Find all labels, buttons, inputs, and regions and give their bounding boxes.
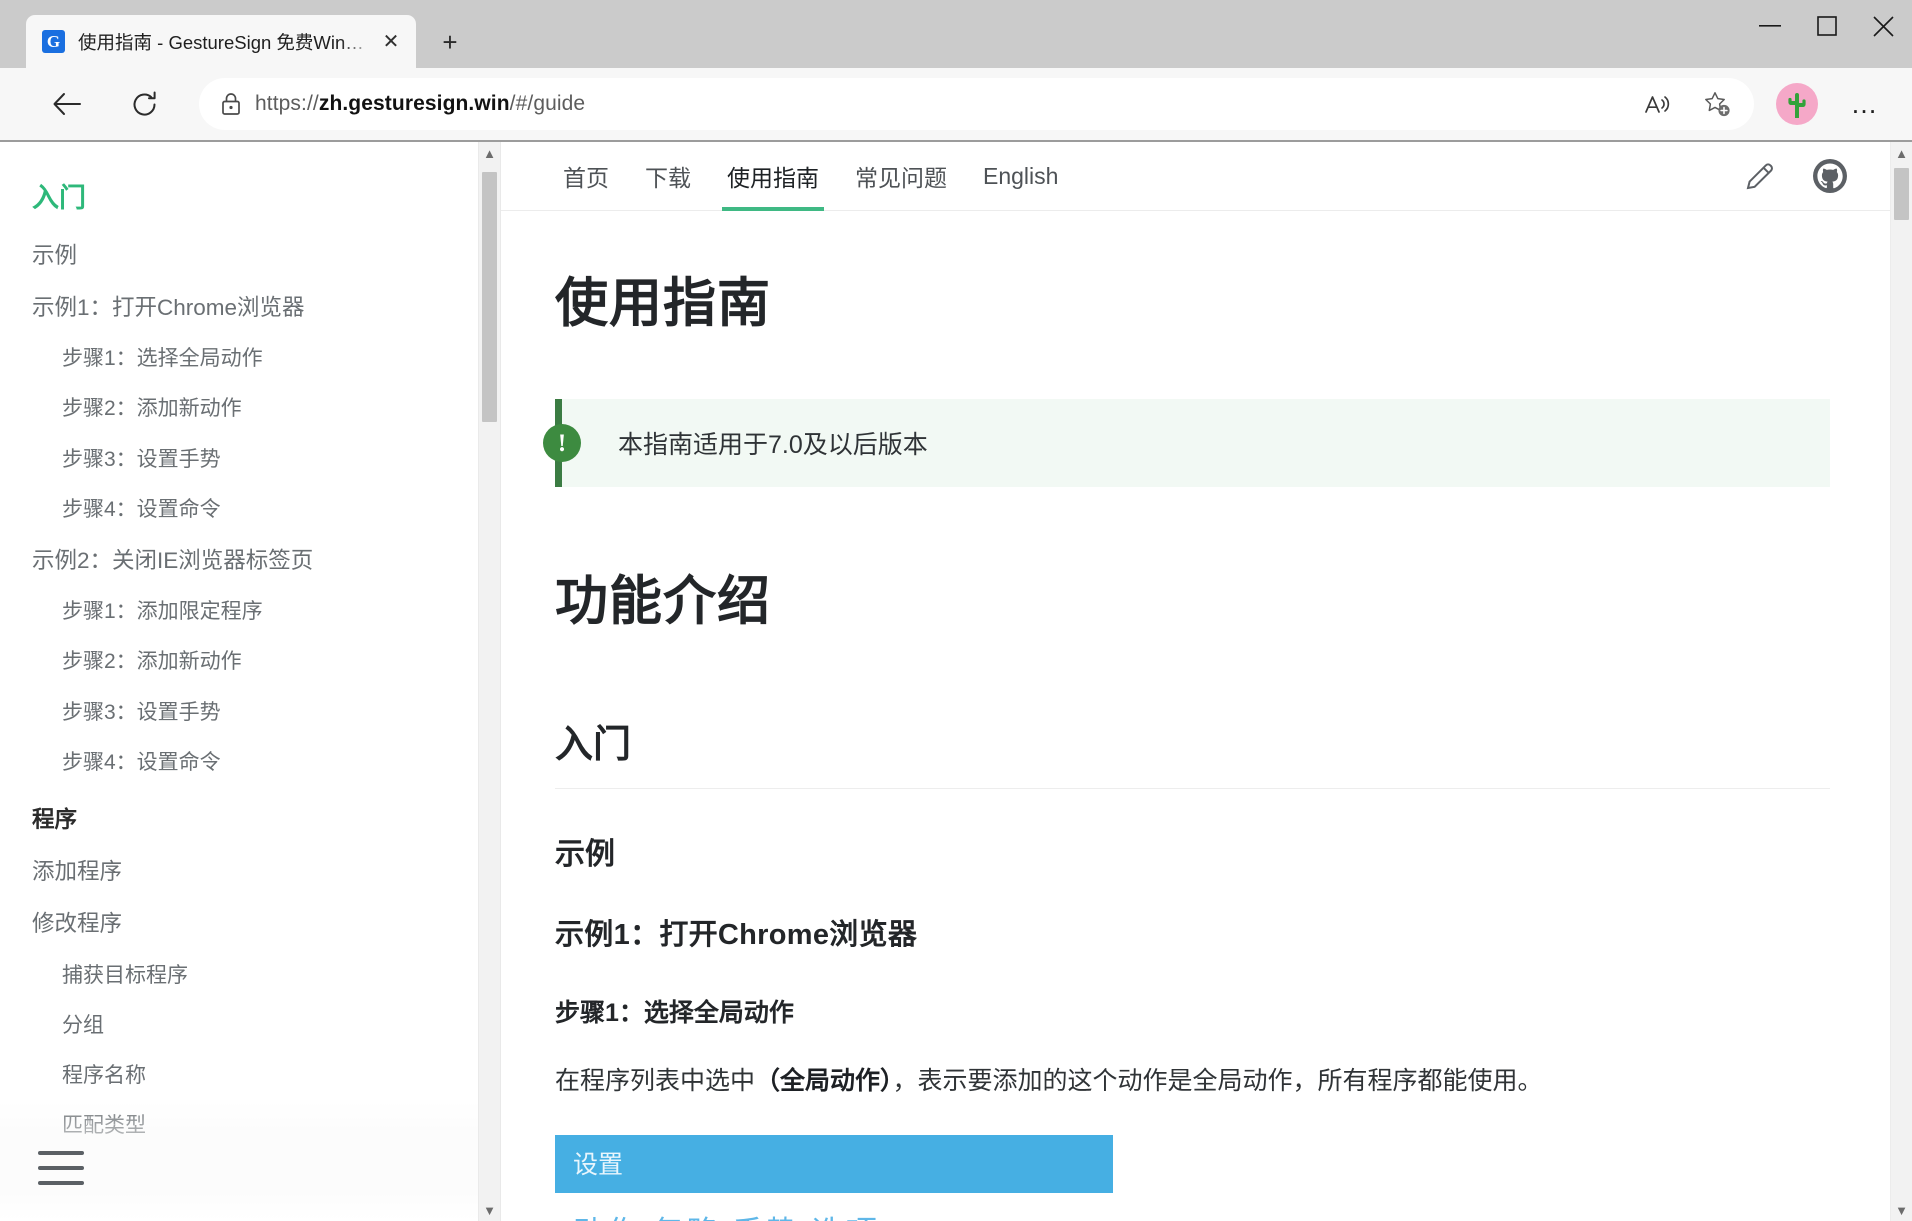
topnav-icons <box>1740 142 1890 210</box>
address-bar[interactable]: https://zh.gesturesign.win/#/guide <box>199 78 1754 130</box>
topnav-link[interactable]: 使用指南 <box>709 142 837 211</box>
app-screenshot: 设置 动作 忽略 手势 选项 <box>555 1134 1113 1221</box>
content-scroll-up-arrow[interactable]: ▲ <box>1891 142 1912 164</box>
sidebar-item[interactable]: 步骤1：添加限定程序 <box>0 587 478 637</box>
window-controls <box>1741 0 1912 68</box>
info-alert: ! 本指南适用于7.0及以后版本 <box>543 399 1830 488</box>
sidebar-item[interactable]: 示例2：关闭IE浏览器标签页 <box>0 535 478 587</box>
tab-strip: G 使用指南 - GestureSign 免费Win… ✕ + <box>0 0 472 68</box>
site-top-navigation: 首页 下载 使用指南 常见问题 English <box>501 142 1890 211</box>
content-inner: 首页 下载 使用指南 常见问题 English 使用指南 ! 本指南适用于7.0… <box>501 142 1890 1221</box>
browser-toolbar: https://zh.gesturesign.win/#/guide … <box>0 68 1912 140</box>
sidebar-item[interactable]: 步骤4：设置命令 <box>0 738 478 788</box>
sidebar-item[interactable]: 匹配类型 <box>0 1101 478 1151</box>
sidebar-item[interactable]: 步骤4：设置命令 <box>0 485 478 535</box>
pencil-icon[interactable] <box>1740 156 1780 196</box>
sidebar-item[interactable]: 分组 <box>0 1001 478 1051</box>
paragraph-part-c: ，表示要添加的这个动作是全局动作，所有程序都能使用。 <box>892 1067 1543 1096</box>
topnav-link[interactable]: 首页 <box>545 142 627 210</box>
sidebar-scroll-down-arrow[interactable]: ▼ <box>479 1199 500 1221</box>
content-area: 首页 下载 使用指南 常见问题 English 使用指南 ! 本指南适用于7.0… <box>501 142 1912 1221</box>
browser-window: G 使用指南 - GestureSign 免费Win… ✕ + https://… <box>0 0 1912 1221</box>
add-favorite-icon[interactable] <box>1694 81 1740 127</box>
tab-title: 使用指南 - GestureSign 免费Win… <box>78 31 364 53</box>
sidebar-item[interactable]: 步骤3：设置手势 <box>0 435 478 485</box>
back-arrow-icon[interactable] <box>41 79 91 129</box>
reload-icon[interactable] <box>119 79 169 129</box>
paragraph-part-a: 在程序列表中选中 <box>555 1067 756 1096</box>
profile-avatar[interactable] <box>1776 83 1818 125</box>
topnav-link[interactable]: 常见问题 <box>837 142 965 210</box>
sidebar-item[interactable]: 捕获目标程序 <box>0 951 478 1001</box>
heading-step-1: 步骤1：选择全局动作 <box>555 999 794 1028</box>
sidebar-toc: 入门 示例 示例1：打开Chrome浏览器 步骤1：选择全局动作 步骤2：添加新动作 步骤… <box>0 142 478 1221</box>
topnav-links: 首页 下载 使用指南 常见问题 English <box>545 142 1076 211</box>
topnav-link[interactable]: 下载 <box>627 142 709 210</box>
page-viewport: 入门 示例 示例1：打开Chrome浏览器 步骤1：选择全局动作 步骤2：添加新动作 步骤… <box>0 142 1912 1221</box>
sidebar-item[interactable]: 程序 <box>0 788 478 846</box>
sidebar-scroll-up-arrow[interactable]: ▲ <box>479 142 500 164</box>
section-title-features: 功能介绍 <box>555 572 771 632</box>
sidebar-scroll-thumb[interactable] <box>482 172 497 422</box>
heading-examples: 示例 <box>555 838 615 872</box>
browser-more-menu-icon[interactable]: … <box>1840 79 1890 129</box>
close-tab-icon[interactable]: ✕ <box>376 27 406 57</box>
topnav-spacer <box>1076 142 1740 210</box>
sidebar-item[interactable]: 步骤2：添加新动作 <box>0 384 478 434</box>
title-bar: G 使用指南 - GestureSign 免费Win… ✕ + <box>0 0 1912 68</box>
paragraph-step-1: 在程序列表中选中（全局动作），表示要添加的这个动作是全局动作，所有程序都能使用。 <box>555 1063 1830 1101</box>
url-prefix: https:// <box>255 92 319 115</box>
sidebar-item[interactable]: 步骤3：设置手势 <box>0 688 478 738</box>
heading-getting-started: 入门 <box>555 713 1830 790</box>
alert-text: 本指南适用于7.0及以后版本 <box>618 431 928 460</box>
content-scrollbar[interactable]: ▲ ▼ <box>1890 142 1912 1221</box>
paragraph-part-b: （全局动作） <box>755 1067 893 1096</box>
close-window-button[interactable] <box>1855 0 1912 52</box>
sidebar-scrollbar[interactable]: ▲ ▼ <box>478 142 500 1221</box>
page-title: 使用指南 <box>555 274 771 333</box>
url-text[interactable]: https://zh.gesturesign.win/#/guide <box>255 92 1620 116</box>
document-body: 使用指南 ! 本指南适用于7.0及以后版本 功能介绍 入门 示例 示例1：打开C… <box>501 211 1890 1221</box>
sidebar-item[interactable]: 程序名称 <box>0 1051 478 1101</box>
browser-tab[interactable]: G 使用指南 - GestureSign 免费Win… ✕ <box>26 15 416 68</box>
url-path: /#/guide <box>509 92 586 115</box>
maximize-button[interactable] <box>1798 0 1855 52</box>
hamburger-icon[interactable] <box>38 1151 84 1185</box>
github-icon[interactable] <box>1810 156 1850 196</box>
new-tab-button[interactable]: + <box>428 20 472 64</box>
sidebar-item[interactable]: 示例 <box>0 230 478 282</box>
screenshot-header-bar: 设置 <box>555 1134 1113 1193</box>
exclamation-icon: ! <box>543 424 581 463</box>
sidebar-item[interactable]: 入门 <box>0 170 478 230</box>
read-aloud-icon[interactable] <box>1634 81 1680 127</box>
topnav-link[interactable]: English <box>965 142 1076 210</box>
sidebar-item[interactable]: 步骤1：选择全局动作 <box>0 334 478 384</box>
content-scroll-down-arrow[interactable]: ▼ <box>1891 1199 1912 1221</box>
screenshot-tabs: 动作 忽略 手势 选项 <box>555 1193 1113 1221</box>
gesturesign-logo-icon: G <box>42 30 65 53</box>
lock-icon <box>221 92 241 116</box>
heading-example-1: 示例1：打开Chrome浏览器 <box>555 919 918 952</box>
sidebar: 入门 示例 示例1：打开Chrome浏览器 步骤1：选择全局动作 步骤2：添加新动作 步骤… <box>0 142 478 1221</box>
sidebar-item[interactable]: 修改程序 <box>0 898 478 950</box>
sidebar-item[interactable]: 添加程序 <box>0 846 478 898</box>
sidebar-item[interactable]: 步骤2：添加新动作 <box>0 637 478 687</box>
minimize-button[interactable] <box>1741 0 1798 52</box>
url-domain: zh.gesturesign.win <box>318 92 510 115</box>
sidebar-item[interactable]: 示例1：打开Chrome浏览器 <box>0 282 478 334</box>
content-scroll-thumb[interactable] <box>1894 168 1909 220</box>
